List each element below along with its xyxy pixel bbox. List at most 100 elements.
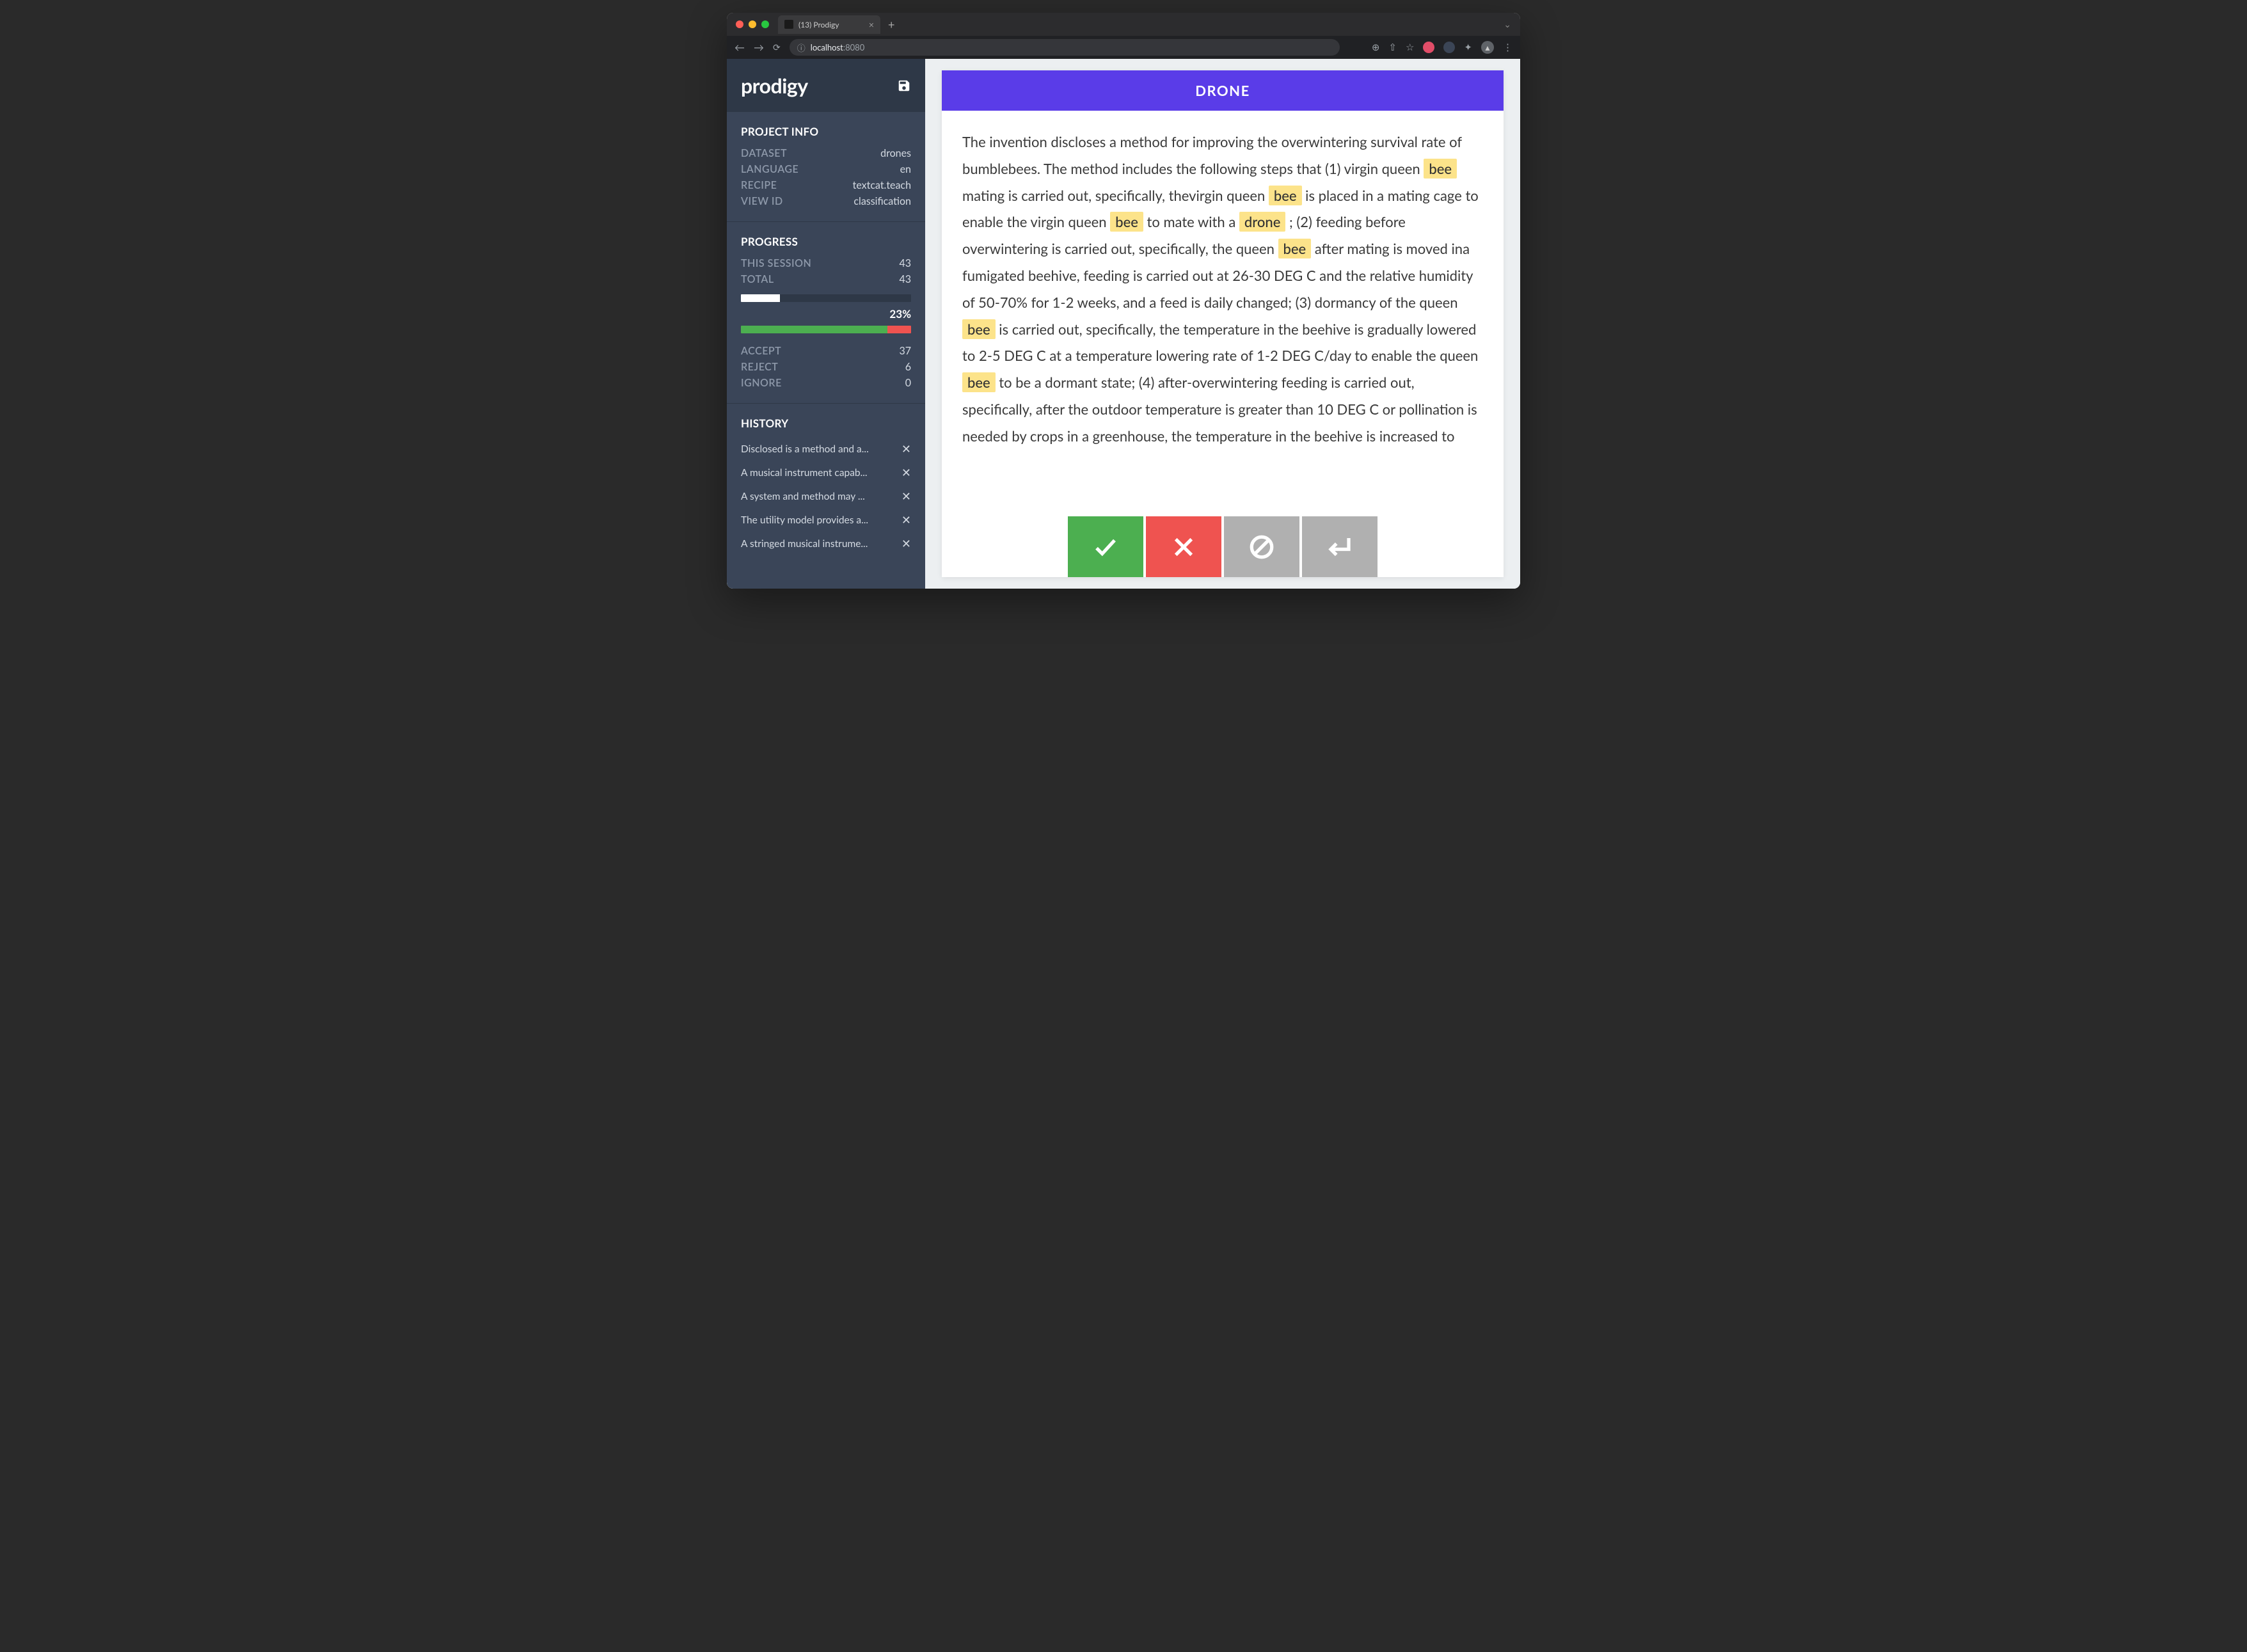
tab-close-icon[interactable]: ×	[869, 19, 874, 30]
reload-button[interactable]: ⟳	[773, 42, 781, 53]
history-item-text: Disclosed is a method and a...	[741, 443, 869, 455]
progress-row-accept: ACCEPT 37	[741, 345, 911, 357]
progress-bar-split	[741, 326, 911, 333]
highlight-span: bee	[1424, 159, 1457, 179]
info-value: drones	[880, 147, 911, 159]
progress-key: TOTAL	[741, 273, 774, 285]
highlight-span: drone	[1239, 212, 1286, 232]
x-icon	[1170, 534, 1197, 560]
progress-key: ACCEPT	[741, 345, 781, 357]
app-root: prodigy PROJECT INFO DATASET drones LANG…	[727, 59, 1520, 589]
reject-button[interactable]	[1146, 516, 1221, 577]
toolbar-right: ⊕ ⇧ ☆ ✦ ▲ ⋮	[1372, 41, 1513, 54]
window-minimize-button[interactable]	[749, 20, 756, 28]
history-item-text: A stringed musical instrume...	[741, 538, 868, 550]
info-row-language: LANGUAGE en	[741, 163, 911, 175]
history-item[interactable]: Disclosed is a method and a...✕	[741, 439, 911, 459]
sidebar: prodigy PROJECT INFO DATASET drones LANG…	[727, 59, 925, 589]
info-key: DATASET	[741, 147, 787, 159]
progress-heading: PROGRESS	[741, 235, 911, 248]
history-list: Disclosed is a method and a...✕A musical…	[741, 439, 911, 553]
annotation-card: DRONE The invention discloses a method f…	[942, 70, 1504, 577]
progress-key: THIS SESSION	[741, 257, 811, 269]
progress-value: 43	[899, 273, 911, 285]
info-value: classification	[854, 195, 911, 207]
undo-button[interactable]	[1302, 516, 1378, 577]
titlebar-chevron-icon[interactable]: ⌄	[1504, 19, 1511, 30]
progress-row-session: THIS SESSION 43	[741, 257, 911, 269]
x-icon: ✕	[901, 512, 911, 527]
history-section: HISTORY Disclosed is a method and a...✕A…	[727, 404, 925, 564]
tab-title: (13) Prodigy	[798, 20, 839, 29]
profile-avatar[interactable]: ▲	[1481, 41, 1494, 54]
browser-menu-icon[interactable]: ⋮	[1503, 42, 1513, 53]
highlight-span: bee	[962, 372, 996, 392]
history-item[interactable]: A system and method may ... ✕	[741, 486, 911, 506]
save-icon[interactable]	[897, 79, 911, 93]
url-port: :8080	[843, 42, 864, 52]
project-info-heading: PROJECT INFO	[741, 125, 911, 138]
progress-key: REJECT	[741, 361, 778, 373]
extension-icon[interactable]	[1423, 42, 1434, 53]
browser-window: (13) Prodigy × + ⌄ ← → ⟳ ⓘ localhost:808…	[727, 13, 1520, 589]
browser-tab[interactable]: (13) Prodigy ×	[778, 15, 880, 34]
site-info-icon[interactable]: ⓘ	[797, 42, 806, 54]
skip-icon	[1248, 534, 1275, 560]
url-host: localhost	[811, 42, 843, 52]
info-row-viewid: VIEW ID classification	[741, 195, 911, 207]
tab-strip: (13) Prodigy × +	[778, 15, 900, 34]
progress-row-total: TOTAL 43	[741, 273, 911, 285]
extensions-menu-icon[interactable]: ✦	[1464, 42, 1472, 53]
highlight-span: bee	[962, 319, 996, 339]
highlight-span: bee	[1269, 186, 1302, 205]
progress-bar-overall	[741, 294, 911, 302]
progress-key: IGNORE	[741, 377, 782, 389]
info-row-dataset: DATASET drones	[741, 147, 911, 159]
info-value: en	[900, 163, 911, 175]
task-text[interactable]: The invention discloses a method for imp…	[942, 111, 1504, 577]
history-item-text: A system and method may ...	[741, 491, 865, 502]
progress-value: 37	[899, 345, 911, 357]
back-button[interactable]: ←	[734, 42, 745, 54]
address-bar[interactable]: ⓘ localhost:8080	[790, 39, 1340, 56]
window-close-button[interactable]	[736, 20, 743, 28]
info-row-recipe: RECIPE textcat.teach	[741, 179, 911, 191]
project-info-section: PROJECT INFO DATASET drones LANGUAGE en …	[727, 112, 925, 222]
highlight-span: bee	[1110, 212, 1143, 232]
traffic-lights	[736, 20, 769, 28]
x-icon: ✕	[901, 465, 911, 480]
favicon	[784, 20, 793, 29]
info-key: VIEW ID	[741, 195, 783, 207]
share-icon[interactable]: ⇧	[1388, 42, 1397, 53]
zoom-icon[interactable]: ⊕	[1372, 42, 1380, 53]
progress-percent-label: 23%	[741, 307, 911, 321]
return-icon	[1326, 534, 1353, 560]
browser-titlebar: (13) Prodigy × + ⌄	[727, 13, 1520, 36]
forward-button[interactable]: →	[754, 42, 764, 54]
window-maximize-button[interactable]	[761, 20, 769, 28]
history-heading: HISTORY	[741, 417, 911, 430]
history-item-text: The utility model provides a...	[741, 514, 868, 526]
action-bar	[1068, 516, 1378, 577]
history-item[interactable]: A stringed musical instrume... ✕	[741, 534, 911, 553]
app-logo: prodigy	[741, 73, 808, 98]
extension-icon[interactable]	[1443, 42, 1455, 53]
x-icon: ✕	[901, 489, 911, 504]
bookmark-icon[interactable]: ☆	[1406, 42, 1414, 53]
history-item[interactable]: A musical instrument capab... ✕	[741, 463, 911, 482]
progress-value: 43	[899, 257, 911, 269]
progress-value: 6	[905, 361, 911, 373]
history-item-text: A musical instrument capab...	[741, 467, 868, 479]
check-icon	[1092, 534, 1119, 560]
main-panel: DRONE The invention discloses a method f…	[925, 59, 1520, 589]
accept-button[interactable]	[1068, 516, 1143, 577]
history-item[interactable]: The utility model provides a... ✕	[741, 510, 911, 530]
progress-value: 0	[905, 377, 911, 389]
ignore-button[interactable]	[1224, 516, 1299, 577]
x-icon: ✕	[901, 536, 911, 551]
highlight-span: bee	[1278, 239, 1312, 258]
progress-row-reject: REJECT 6	[741, 361, 911, 373]
new-tab-button[interactable]: +	[883, 17, 900, 31]
progress-row-ignore: IGNORE 0	[741, 377, 911, 389]
task-label: DRONE	[942, 70, 1504, 111]
